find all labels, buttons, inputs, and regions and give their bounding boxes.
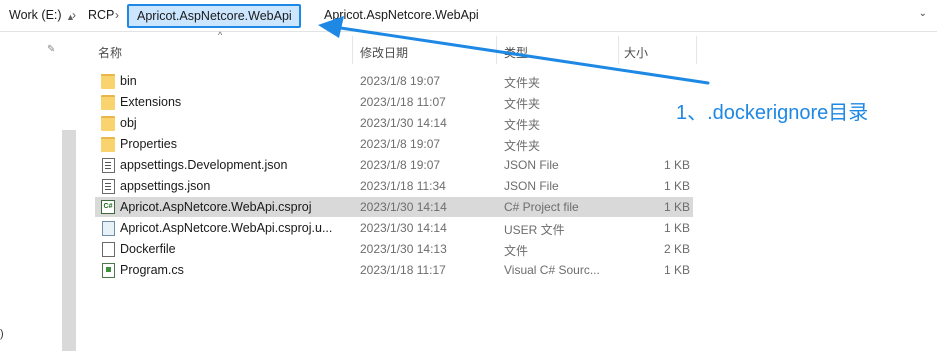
annotation-label: 1、.dockerignore目录 [676,102,869,124]
annotation-arrow [318,16,710,85]
annotation-arrow-head [318,16,344,38]
annotation-arrow-line [332,25,710,85]
